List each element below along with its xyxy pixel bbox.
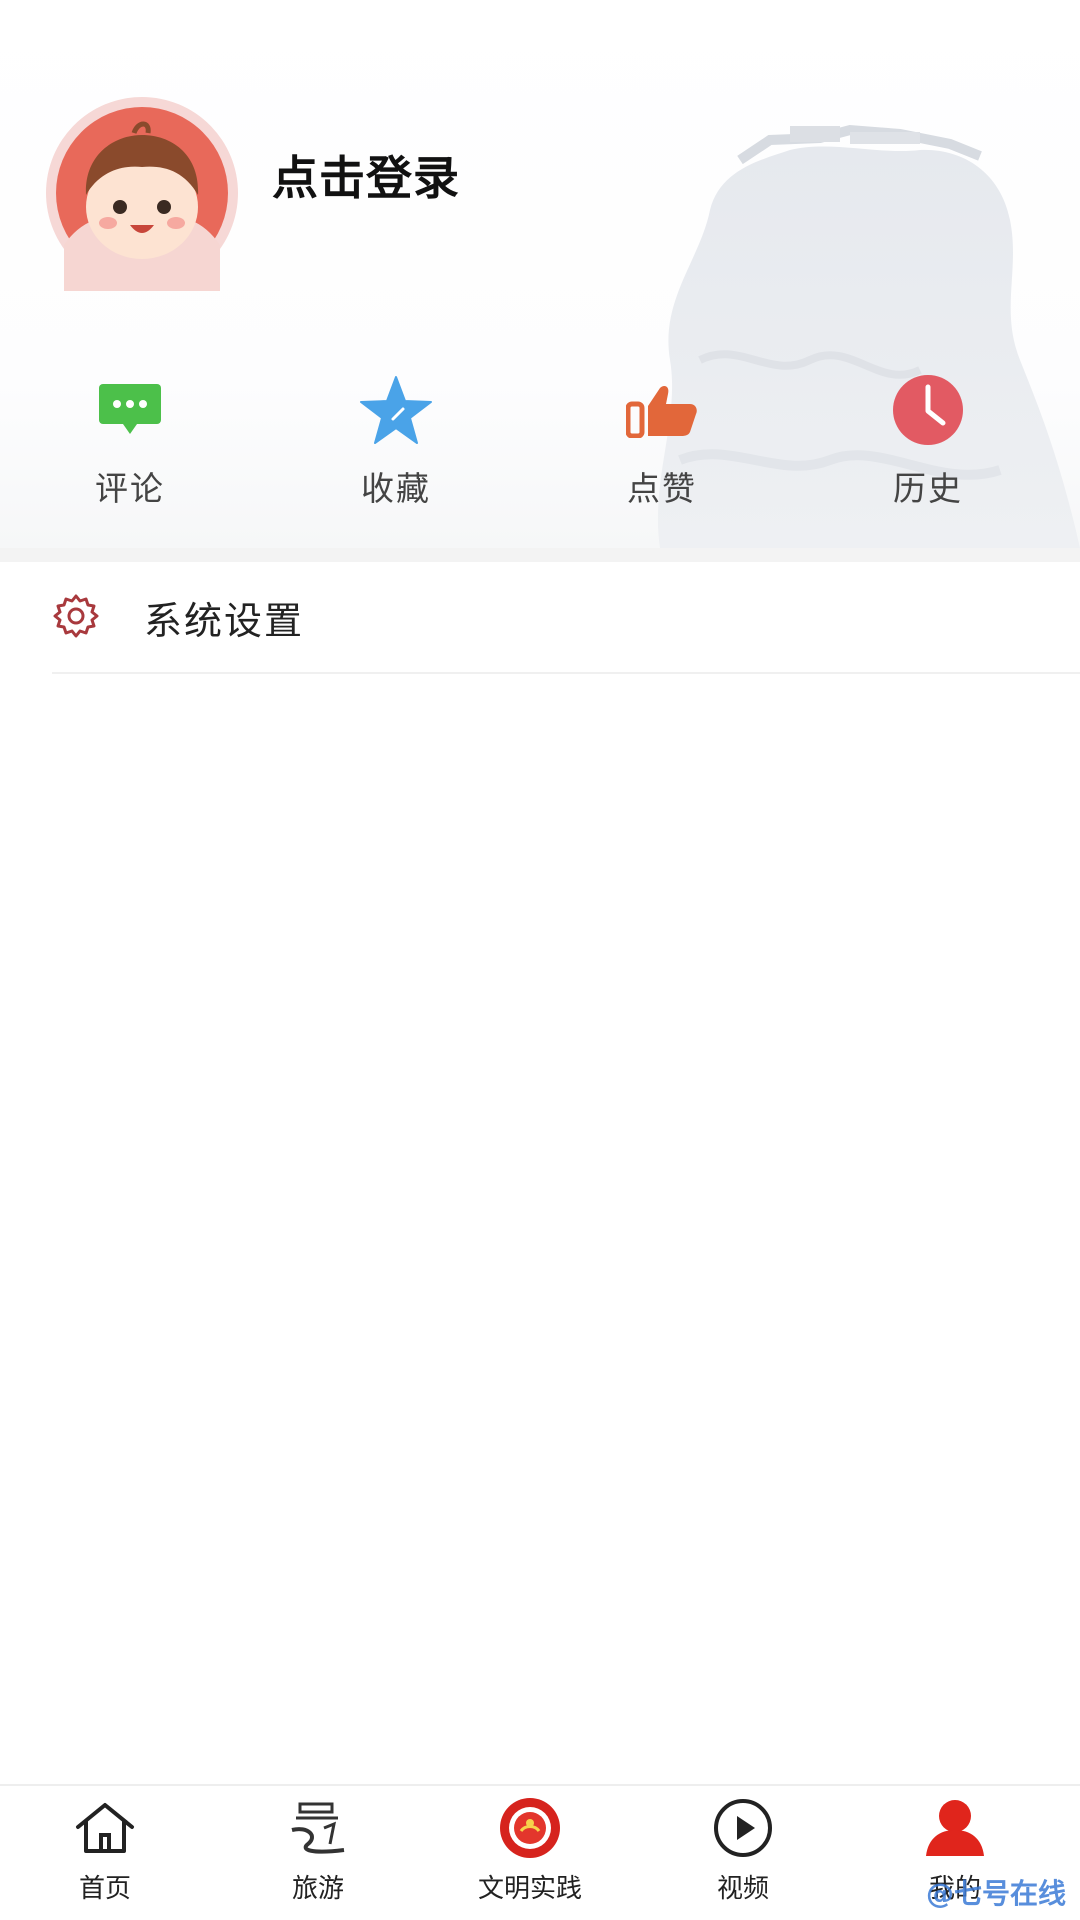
nav-item-civilization-practice[interactable]: 文明实践 [430,1796,630,1916]
login-prompt[interactable]: 点击登录 [272,142,460,208]
favorites-label: 收藏 [361,469,431,508]
thumbs-up-icon [622,370,702,450]
row-divider [52,672,1080,674]
stats-row: 评论 收藏 点赞 历史 [0,370,1080,520]
avatar[interactable] [44,95,240,291]
bottom-nav: 首页 旅游 文明实践 视频 我的 @七号在线 [0,1784,1080,1920]
cartoon-girl-avatar-icon [46,97,238,291]
history-label: 历史 [893,469,963,508]
app-root: 点击登录 评论 收藏 点赞 历史 系统设置 首页 旅游 文明实践 视频 我的 @… [0,0,1080,1920]
person-icon [923,1796,987,1860]
travel-icon [286,1796,350,1860]
home-icon [73,1796,137,1860]
star-icon [356,370,436,450]
nav-item-home[interactable]: 首页 [5,1796,205,1916]
likes-button[interactable]: 点赞 [562,370,762,520]
nav-item-video[interactable]: 视频 [643,1796,843,1916]
nav-label-travel: 旅游 [291,1874,344,1904]
nav-label-video: 视频 [716,1874,769,1904]
history-button[interactable]: 历史 [828,370,1028,520]
comments-label: 评论 [95,469,165,508]
civilization-badge-icon [498,1796,562,1860]
favorites-button[interactable]: 收藏 [296,370,496,520]
chat-bubble-icon [90,370,170,450]
likes-label: 点赞 [627,469,697,508]
nav-label-home: 首页 [78,1874,131,1904]
nav-label-civilization-practice: 文明实践 [477,1874,582,1904]
watermark-text: @七号在线 [925,1877,1066,1910]
comments-button[interactable]: 评论 [30,370,230,520]
nav-item-travel[interactable]: 旅游 [218,1796,418,1916]
system-settings-label: 系统设置 [144,599,305,643]
play-circle-icon [711,1796,775,1860]
section-divider [0,548,1080,562]
system-settings-item[interactable]: 系统设置 [0,562,1080,672]
gear-icon [53,594,99,638]
profile-header: 点击登录 评论 收藏 点赞 历史 [0,0,1080,548]
clock-icon [888,370,968,450]
